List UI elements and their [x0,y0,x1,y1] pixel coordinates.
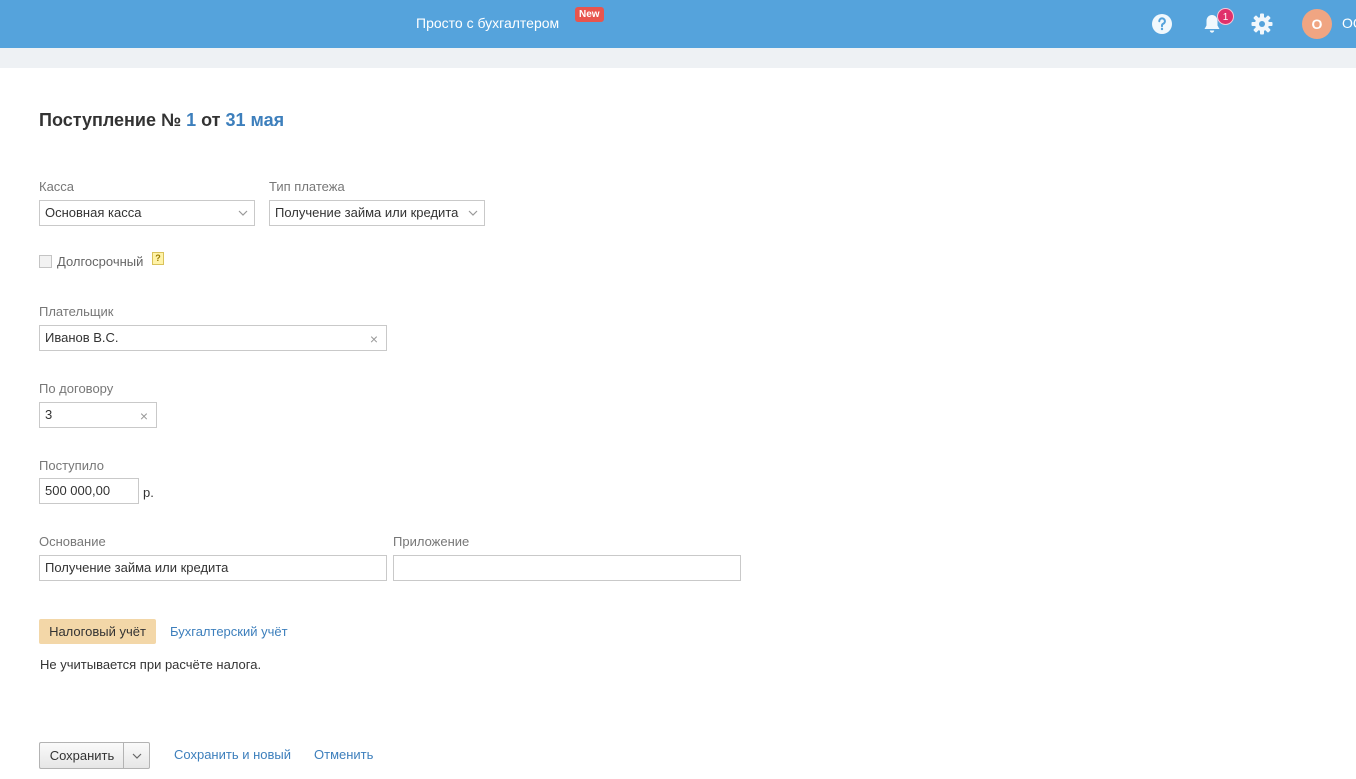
notification-count-badge: 1 [1217,8,1234,25]
received-label: Поступило [39,458,104,473]
tab-tax[interactable]: Налоговый учёт [39,619,156,644]
clear-icon[interactable]: × [140,403,148,427]
kassa-select[interactable]: Основная касса [39,200,255,226]
received-amount-value: 500 000,00 [45,483,111,498]
document-date[interactable]: 31 мая [226,110,285,130]
tab-accounting[interactable]: Бухгалтерский учёт [170,624,288,639]
title-prefix: Поступление № [39,110,182,130]
chevron-down-icon [132,753,142,759]
kassa-label: Касса [39,179,75,194]
payer-input[interactable]: Иванов В.С. × [39,325,387,351]
basis-label: Основание [39,534,106,549]
top-bar: Просто с бухгалтером New 1 О ОО [0,0,1356,48]
long-term-label[interactable]: Долгосрочный [57,254,143,269]
contract-label: По договору [39,381,114,396]
cancel-link[interactable]: Отменить [314,747,373,762]
payer-label: Плательщик [39,304,114,319]
title-from: от [201,110,221,130]
kassa-value: Основная касса [45,205,142,220]
page-title: Поступление № 1 от 31 мая [39,110,284,131]
promo-link[interactable]: Просто с бухгалтером [416,15,559,31]
payer-value: Иванов В.С. [45,330,119,345]
long-term-checkbox[interactable] [39,255,52,268]
sub-header-bar [0,48,1356,68]
attachment-input[interactable] [393,555,741,581]
payment-type-select[interactable]: Получение займа или кредита [269,200,485,226]
basis-input[interactable]: Получение займа или кредита [39,555,387,581]
gear-icon[interactable] [1250,12,1274,36]
basis-value: Получение займа или кредита [45,560,229,575]
avatar[interactable]: О [1302,9,1332,39]
document-number[interactable]: 1 [186,110,196,130]
save-button[interactable]: Сохранить [39,742,124,769]
chevron-down-icon [468,210,478,216]
save-and-new-link[interactable]: Сохранить и новый [174,747,291,762]
currency-label: р. [143,485,154,500]
contract-value: 3 [45,407,53,422]
new-badge: New [575,7,604,22]
tax-note: Не учитывается при расчёте налога. [40,657,262,672]
save-dropdown-button[interactable] [123,742,150,769]
payment-type-value: Получение займа или кредита [275,205,459,220]
chevron-down-icon [238,210,248,216]
attachment-label: Приложение [393,534,470,549]
user-name[interactable]: ОО [1342,15,1356,31]
clear-icon[interactable]: × [370,326,378,350]
payment-type-label: Тип платежа [269,179,345,194]
contract-input[interactable]: 3 × [39,402,157,428]
question-hint-icon[interactable]: ? [152,252,164,265]
received-amount-input[interactable]: 500 000,00 [39,478,139,504]
help-icon[interactable] [1150,12,1174,36]
